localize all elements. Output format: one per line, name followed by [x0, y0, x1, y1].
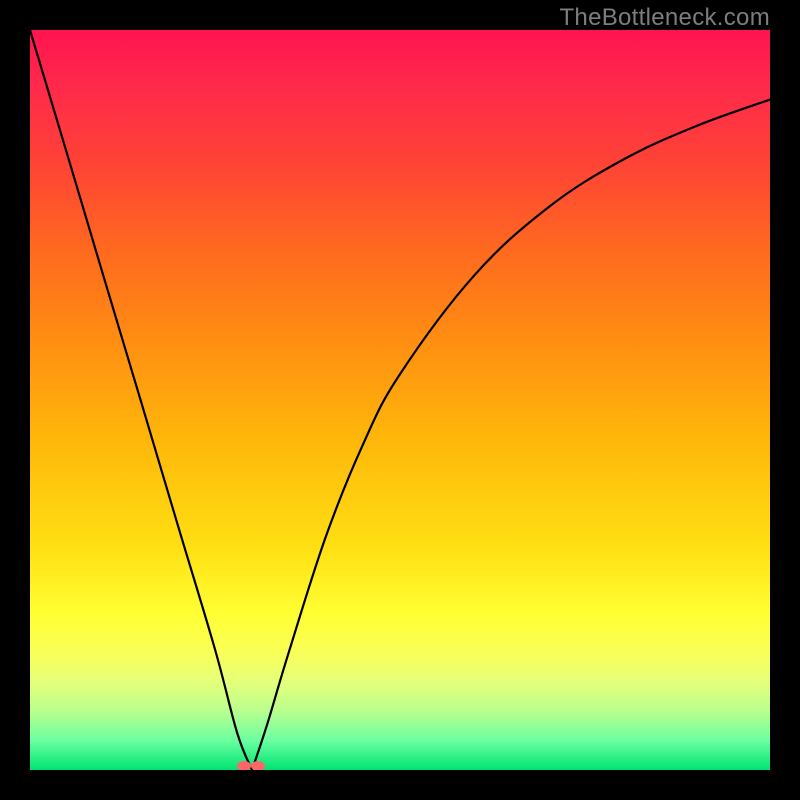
- bottleneck-curve: [30, 30, 770, 770]
- chart-frame: TheBottleneck.com: [0, 0, 800, 800]
- plot-area: [30, 30, 770, 770]
- watermark-text: TheBottleneck.com: [559, 4, 770, 32]
